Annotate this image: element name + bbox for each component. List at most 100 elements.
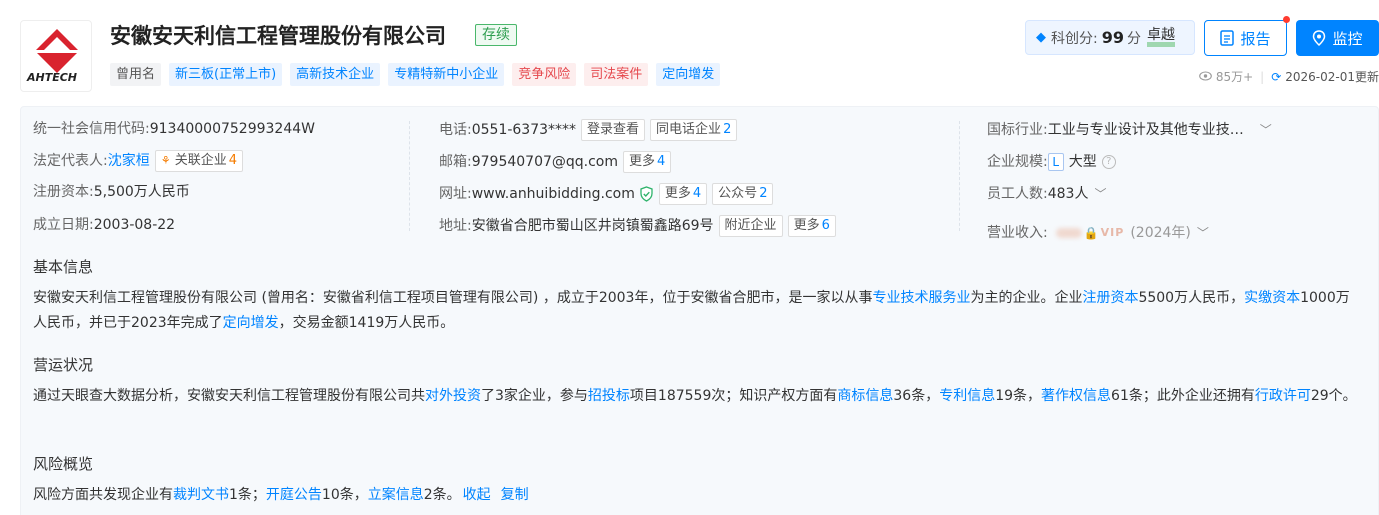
text: 5500万人民币， [1138, 290, 1245, 306]
vip-badge[interactable]: VIP [1101, 223, 1125, 243]
judgment-link[interactable]: 裁判文书 [173, 487, 229, 503]
address-more-count: 6 [821, 218, 830, 233]
wechat-account-button[interactable]: 公众号 2 [712, 183, 774, 205]
collapse-button[interactable]: 收起 [463, 487, 491, 503]
related-icon: ⚘ [160, 154, 171, 167]
monitor-button[interactable]: 监控 [1296, 20, 1379, 56]
text: 19条， [995, 388, 1042, 404]
score-label: 科创分: [1051, 30, 1098, 47]
risk-title: 风险概览 [33, 455, 94, 473]
tag-former-name[interactable]: 曾用名 [110, 63, 162, 86]
notification-dot [1283, 16, 1290, 23]
company-tags: 曾用名 新三板(正常上市) 高新技术企业 专精特新中小企业 竞争风险 司法案件 … [110, 63, 721, 86]
address-value: 安徽省合肥市蜀山区井岗镇蜀鑫路69号 [471, 218, 714, 234]
staff-row: 员工人数: 483人 ﹀ [987, 184, 1106, 204]
same-phone-count: 2 [723, 122, 732, 137]
capital-value: 5,500万人民币 [93, 184, 190, 200]
text: 1条； [229, 487, 266, 503]
credit-code-value[interactable]: 91340000752993244W [150, 119, 315, 139]
shield-check-icon [640, 186, 653, 202]
copyright-link[interactable]: 著作权信息 [1041, 388, 1111, 404]
staff-label: 员工人数: [987, 186, 1048, 202]
email-label: 邮箱: [439, 154, 472, 170]
phone-value: 0551-6373**** [471, 122, 577, 138]
text: 项目187559次；知识产权方面有 [629, 388, 838, 404]
text: 通过天眼查大数据分析，安徽安天利信工程管理股份有限公司共 [33, 388, 425, 404]
copy-button[interactable]: 复制 [501, 487, 529, 503]
tag-competition-risk[interactable]: 竞争风险 [512, 63, 577, 86]
login-view-button[interactable]: 登录查看 [581, 119, 646, 141]
text: 安徽安天利信工程管理股份有限公司 (曾用名：安徽省利信工程项目管理有限公司) ，… [33, 290, 873, 306]
scale-row: 企业规模: L 大型 ? [987, 152, 1116, 172]
text: 了3家企业，参与 [481, 388, 588, 404]
score-level: 卓越 [1146, 28, 1175, 47]
tag-high-tech[interactable]: 高新技术企业 [290, 63, 381, 86]
legal-rep-link[interactable]: 沈家桓 [108, 151, 150, 171]
investment-link[interactable]: 对外投资 [425, 388, 481, 404]
tag-judicial-case[interactable]: 司法案件 [584, 63, 649, 86]
capital-row: 注册资本: 5,500万人民币 [33, 182, 190, 202]
address-row: 地址: 安徽省合肥市蜀山区井岗镇蜀鑫路69号 附近企业 更多 6 [439, 215, 836, 237]
address-more-button[interactable]: 更多 6 [787, 215, 836, 237]
same-phone-button[interactable]: 同电话企业 2 [650, 119, 738, 141]
legal-rep-row: 法定代表人: 沈家桓 ⚘ 关联企业 4 [33, 150, 244, 172]
refresh-icon[interactable]: ⟳ [1271, 70, 1281, 84]
hidden-value [1055, 228, 1082, 238]
website-link[interactable]: www.anhuibidding.com [472, 184, 635, 204]
license-link[interactable]: 行政许可 [1255, 388, 1311, 404]
email-value[interactable]: 979540707@qq.com [472, 152, 618, 172]
private-placement-link[interactable]: 定向增发 [223, 315, 279, 331]
tag-private-placement[interactable]: 定向增发 [656, 63, 721, 86]
revenue-label: 营业收入: [987, 225, 1048, 241]
basic-info-title: 基本信息 [33, 258, 94, 276]
text: 为主的企业。企业 [970, 290, 1083, 306]
revenue-row: 营业收入: 🔒 VIP (2024年) ﹀ [987, 223, 1209, 243]
email-more-count: 4 [657, 154, 666, 169]
document-icon [1220, 30, 1235, 46]
monitor-label: 监控 [1332, 29, 1363, 48]
paid-capital-link[interactable]: 实缴资本 [1244, 290, 1300, 306]
chevron-down-icon[interactable]: ﹀ [1260, 120, 1272, 140]
industry-value[interactable]: 工业与专业设计及其他专业技… [1048, 120, 1244, 140]
founded-row: 成立日期: 2003-08-22 [33, 215, 175, 235]
address-label: 地址: [439, 218, 472, 234]
email-more-button[interactable]: 更多 4 [623, 151, 672, 173]
risk-text: 风险方面共发现企业有裁判文书1条；开庭公告10条，立案信息2条。 收起 复制 [33, 483, 1361, 508]
legal-rep-label: 法定代表人: [33, 153, 108, 169]
patent-link[interactable]: 专利信息 [939, 388, 995, 404]
text: 2条。 [423, 487, 461, 503]
size-badge: L [1047, 153, 1064, 171]
chevron-down-icon[interactable]: ﹀ [1094, 184, 1106, 204]
credit-code-row: 统一社会信用代码: 91340000752993244W [33, 119, 315, 139]
industry-link[interactable]: 专业技术服务业 [872, 290, 970, 306]
website-more-button[interactable]: 更多 4 [658, 183, 708, 205]
column-divider-2 [959, 121, 960, 231]
registered-capital-link[interactable]: 注册资本 [1082, 290, 1138, 306]
trademark-link[interactable]: 商标信息 [837, 388, 893, 404]
email-more-label: 更多 [629, 154, 656, 169]
industry-row: 国标行业: 工业与专业设计及其他专业技… ﹀ [987, 120, 1272, 140]
related-companies-button[interactable]: ⚘ 关联企业 4 [154, 150, 244, 172]
score-unit: 分 [1126, 30, 1141, 47]
score-value: 99 [1101, 28, 1124, 47]
company-name: 安徽安天利信工程管理股份有限公司 [110, 24, 446, 48]
basic-info-text: 安徽安天利信工程管理股份有限公司 (曾用名：安徽省利信工程项目管理有限公司) ，… [33, 286, 1361, 336]
bidding-link[interactable]: 招投标 [588, 388, 630, 404]
website-more-count: 4 [692, 186, 702, 201]
meta-divider: | [1260, 69, 1265, 84]
tag-specialized[interactable]: 专精特新中小企业 [388, 63, 505, 86]
wechat-label: 公众号 [718, 186, 758, 201]
report-label: 报告 [1240, 29, 1271, 48]
nearby-companies-button[interactable]: 附近企业 [718, 215, 783, 237]
eye-icon [1198, 70, 1212, 84]
report-button[interactable]: 报告 [1204, 20, 1287, 56]
industry-label: 国标行业: [987, 122, 1048, 138]
chevron-down-icon[interactable]: ﹀ [1197, 223, 1209, 243]
credit-code-label: 统一社会信用代码: [33, 121, 150, 137]
tech-score-badge[interactable]: ◆ 科创分: 99 分 卓越 [1025, 20, 1195, 55]
revenue-year: (2024年) [1130, 225, 1191, 241]
tag-neeq[interactable]: 新三板(正常上市) [169, 63, 283, 86]
filing-info-link[interactable]: 立案信息 [368, 487, 424, 503]
court-notice-link[interactable]: 开庭公告 [266, 487, 322, 503]
help-icon[interactable]: ? [1101, 155, 1116, 169]
